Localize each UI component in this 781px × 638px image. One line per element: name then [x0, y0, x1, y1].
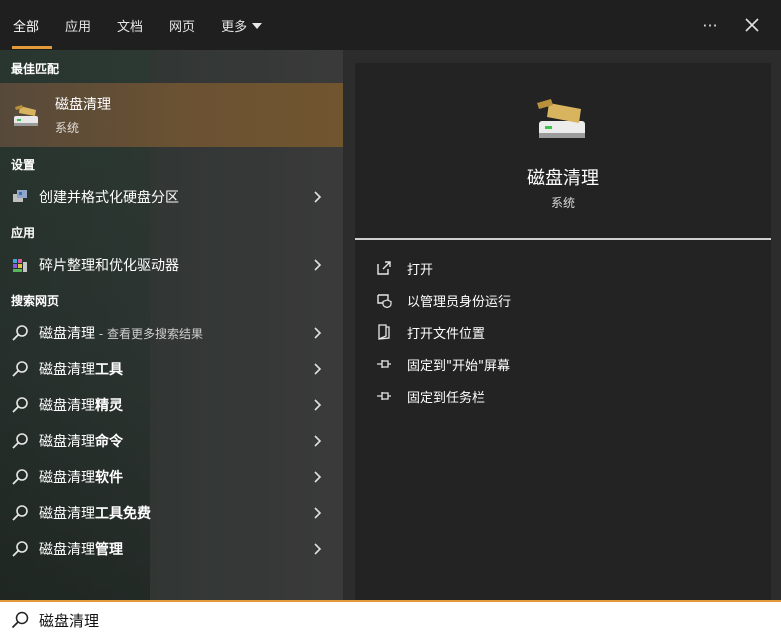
search-icon — [11, 611, 29, 629]
tab-label: 全部 — [13, 19, 40, 35]
web-item-label: 磁盘清理管理 — [39, 539, 123, 559]
chevron-right-icon — [314, 363, 322, 375]
tab-label: 更多 — [221, 19, 248, 35]
web-search-item[interactable]: 磁盘清理管理 — [0, 531, 343, 567]
chevron-right-icon — [314, 507, 322, 519]
web-item-query: 磁盘清理 — [39, 362, 95, 378]
pin-icon — [375, 355, 393, 373]
web-item-query: 磁盘清理 — [39, 434, 95, 450]
web-item-query: 磁盘清理 — [39, 506, 95, 522]
tab-label: 文档 — [117, 19, 144, 35]
results-panel: 最佳匹配 磁盘清理 系统 设置 创建并格式化硬盘分区 应用 碎片整理和优化驱动器… — [0, 50, 343, 600]
more-options-button[interactable]: ··· — [689, 4, 731, 46]
section-apps: 应用 — [11, 226, 36, 240]
disk-management-icon — [10, 187, 30, 207]
tab-all[interactable]: 全部 — [0, 0, 53, 50]
search-icon — [10, 467, 30, 487]
open-icon — [375, 259, 393, 277]
search-icon — [10, 359, 30, 379]
web-item-label: 磁盘清理 - 查看更多搜索结果 — [39, 323, 203, 343]
web-item-label: 磁盘清理工具免费 — [39, 503, 151, 523]
web-search-item[interactable]: 磁盘清理精灵 — [0, 387, 343, 423]
section-web-search: 搜索网页 — [11, 294, 60, 308]
section-best-match: 最佳匹配 — [11, 62, 60, 76]
best-match-subtitle: 系统 — [55, 121, 80, 135]
action-label: 固定到"开始"屏幕 — [407, 358, 510, 374]
chevron-right-icon — [314, 259, 322, 271]
best-match-item[interactable]: 磁盘清理 系统 — [0, 83, 343, 147]
web-item-suggestion: 精灵 — [95, 398, 123, 414]
chevron-right-icon — [314, 399, 322, 411]
open-file-location-action[interactable]: 打开文件位置 — [375, 317, 755, 347]
close-button[interactable] — [731, 4, 773, 46]
settings-item-disk-partition[interactable]: 创建并格式化硬盘分区 — [0, 179, 343, 215]
app-item-label: 碎片整理和优化驱动器 — [39, 258, 179, 274]
web-item-suggestion: 管理 — [95, 542, 123, 558]
chevron-down-icon — [252, 23, 263, 29]
section-settings: 设置 — [11, 158, 36, 172]
shield-icon — [375, 291, 393, 309]
search-input[interactable] — [39, 605, 739, 635]
web-item-suggestion: 命令 — [95, 434, 123, 450]
detail-title: 磁盘清理 — [527, 168, 599, 189]
search-bar — [0, 600, 781, 638]
tab-label: 网页 — [169, 19, 196, 35]
run-as-admin-action[interactable]: 以管理员身份运行 — [375, 285, 755, 315]
web-item-query: 磁盘清理 — [39, 326, 95, 342]
disk-cleanup-icon — [537, 99, 585, 138]
search-icon — [10, 323, 30, 343]
web-item-label: 磁盘清理工具 — [39, 359, 123, 379]
tab-label: 应用 — [65, 19, 92, 35]
web-item-hint: - 查看更多搜索结果 — [95, 327, 203, 341]
file-location-icon — [375, 323, 393, 341]
web-search-item[interactable]: 磁盘清理软件 — [0, 459, 343, 495]
search-icon — [10, 431, 30, 451]
web-item-suggestion: 工具 — [95, 362, 123, 378]
tab-apps[interactable]: 应用 — [52, 0, 104, 50]
web-item-label: 磁盘清理软件 — [39, 467, 123, 487]
detail-subtitle: 系统 — [550, 196, 575, 210]
chevron-right-icon — [314, 435, 322, 447]
detail-divider — [355, 238, 771, 240]
web-search-item[interactable]: 磁盘清理命令 — [0, 423, 343, 459]
chevron-right-icon — [314, 191, 322, 203]
web-item-suggestion: 软件 — [95, 470, 123, 486]
detail-panel: 磁盘清理 系统 打开 以管理员身份运行 打开文件位置 固定到"开始"屏幕 固定到… — [343, 50, 781, 600]
action-label: 打开文件位置 — [407, 326, 486, 342]
app-item-defrag[interactable]: 碎片整理和优化驱动器 — [0, 247, 343, 283]
settings-item-label: 创建并格式化硬盘分区 — [39, 190, 179, 206]
web-search-item[interactable]: 磁盘清理工具 — [0, 351, 343, 387]
open-action[interactable]: 打开 — [375, 253, 755, 283]
chevron-right-icon — [314, 327, 322, 339]
defrag-icon — [10, 255, 30, 275]
pin-to-start-action[interactable]: 固定到"开始"屏幕 — [375, 349, 755, 379]
best-match-title: 磁盘清理 — [55, 97, 111, 113]
tab-documents[interactable]: 文档 — [104, 0, 156, 50]
action-label: 以管理员身份运行 — [407, 294, 512, 310]
tab-more[interactable]: 更多 — [208, 0, 275, 50]
pin-to-taskbar-action[interactable]: 固定到任务栏 — [375, 381, 755, 411]
chevron-right-icon — [314, 471, 322, 483]
web-item-suggestion: 工具免费 — [95, 506, 151, 522]
action-label: 打开 — [407, 262, 434, 278]
disk-cleanup-icon — [14, 105, 38, 126]
web-search-item[interactable]: 磁盘清理工具免费 — [0, 495, 343, 531]
search-icon — [10, 395, 30, 415]
web-item-query: 磁盘清理 — [39, 398, 95, 414]
web-item-query: 磁盘清理 — [39, 542, 95, 558]
web-item-label: 磁盘清理命令 — [39, 431, 123, 451]
pin-icon — [375, 387, 393, 405]
close-icon — [745, 18, 759, 32]
search-icon — [10, 539, 30, 559]
action-label: 固定到任务栏 — [407, 390, 486, 406]
search-icon — [10, 503, 30, 523]
detail-card: 磁盘清理 系统 打开 以管理员身份运行 打开文件位置 固定到"开始"屏幕 固定到… — [355, 63, 771, 600]
web-item-query: 磁盘清理 — [39, 470, 95, 486]
chevron-right-icon — [314, 543, 322, 555]
top-actions: ··· — [689, 0, 781, 50]
web-search-item[interactable]: 磁盘清理 - 查看更多搜索结果 — [0, 315, 343, 351]
search-tabs-bar: 全部 应用 文档 网页 更多 ··· — [0, 0, 781, 50]
tab-web[interactable]: 网页 — [156, 0, 208, 50]
web-item-label: 磁盘清理精灵 — [39, 395, 123, 415]
